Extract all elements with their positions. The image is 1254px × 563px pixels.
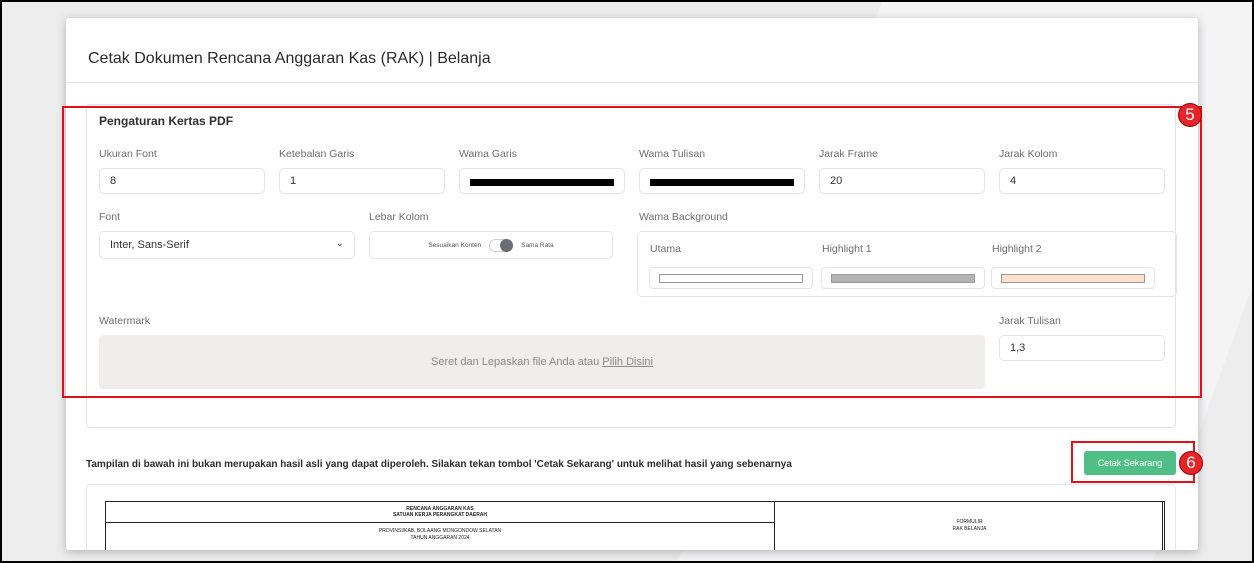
preview-line4: TAHUN ANGGARAN 2024 bbox=[410, 535, 470, 541]
document-preview: RENCANA ANGGARAN KAS SATUAN KERJA PERANG… bbox=[86, 484, 1176, 550]
preview-header-cell: RENCANA ANGGARAN KAS SATUAN KERJA PERANG… bbox=[105, 501, 775, 523]
preview-notice: Tampilan di bawah ini bukan merupakan ha… bbox=[86, 459, 792, 470]
highlight-box-6 bbox=[1071, 441, 1195, 483]
step-badge-6: 6 bbox=[1179, 451, 1203, 475]
preview-document: RENCANA ANGGARAN KAS SATUAN KERJA PERANG… bbox=[105, 501, 1165, 550]
page-title: Cetak Dokumen Rencana Anggaran Kas (RAK)… bbox=[88, 50, 491, 67]
title-divider bbox=[66, 82, 1198, 83]
preview-line3: PROVINSI/KAB. BOLAANG MONGONDOW SELATAN bbox=[378, 528, 502, 534]
highlight-box-5 bbox=[62, 106, 1202, 398]
step-badge-5: 5 bbox=[1178, 103, 1202, 127]
preview-subheader-cell: PROVINSI/KAB. BOLAANG MONGONDOW SELATAN … bbox=[105, 522, 775, 550]
preview-form-cell: FORMULIR RAK BELANJA bbox=[774, 501, 1165, 550]
preview-right2: RAK BELANJA bbox=[952, 526, 987, 532]
preview-right1: FORMULIR bbox=[956, 519, 983, 525]
preview-line2: SATUAN KERJA PERANGKAT DAERAH bbox=[392, 512, 488, 518]
